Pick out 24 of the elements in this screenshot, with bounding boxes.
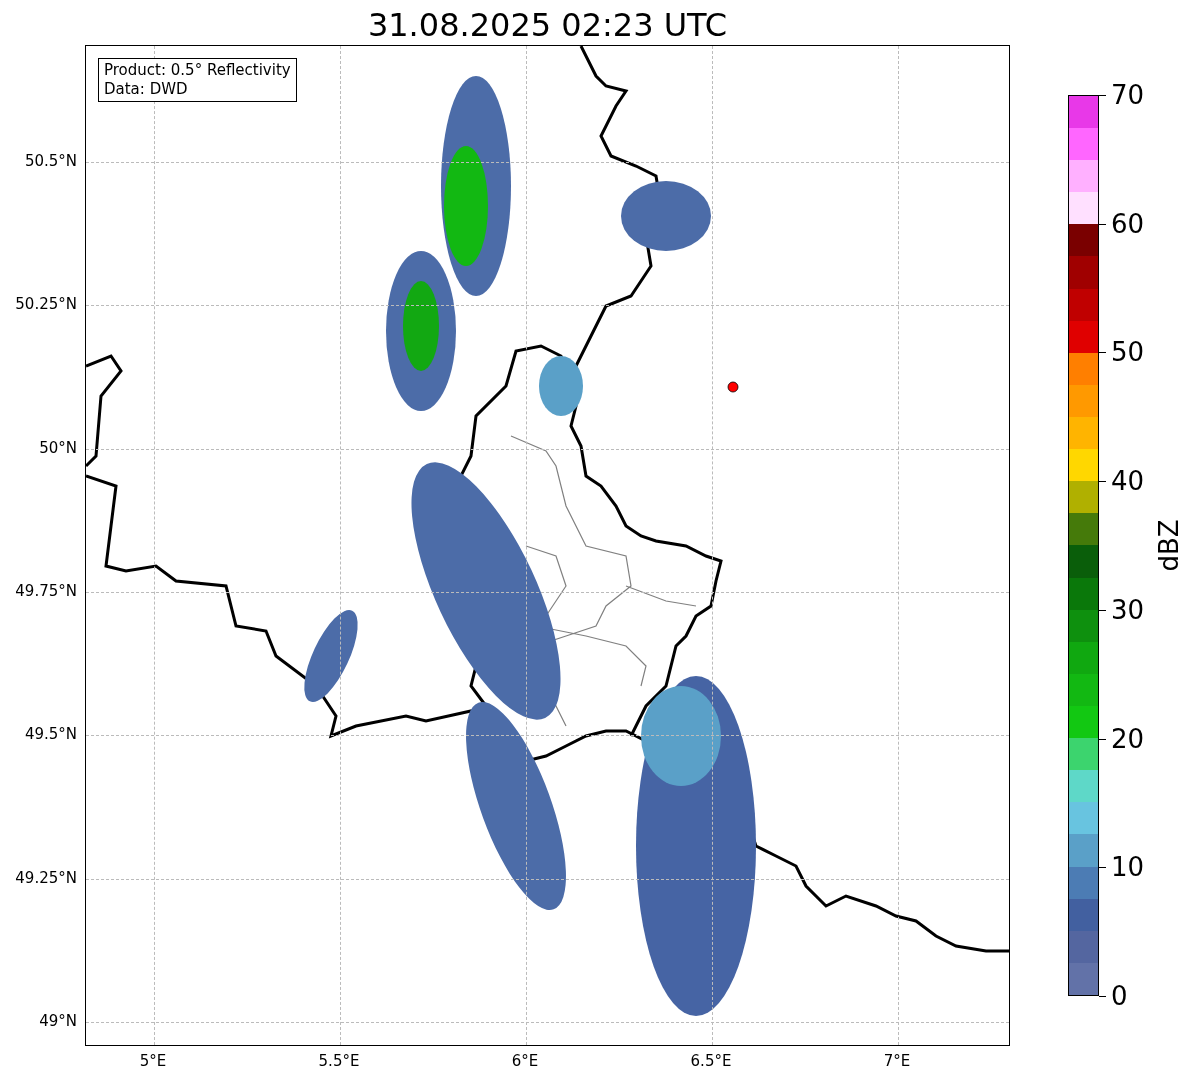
axis-tick-label: 7°E: [883, 1051, 911, 1072]
axis-tick-label: 5°E: [139, 1051, 167, 1072]
axis-tick-label: 49.5°N: [24, 723, 77, 745]
colorbar-tick-label: 40: [1111, 466, 1145, 497]
axis-tick-label: 50.5°N: [24, 150, 77, 172]
legend-text: Product: 0.5° Reflectivity: [104, 61, 291, 80]
colorbar-tick-label: 70: [1111, 80, 1145, 110]
axis-tick-label: 50.25°N: [15, 294, 77, 316]
legend-text: Data: DWD: [104, 80, 189, 99]
axis-tick-label: 6.5°E: [690, 1051, 732, 1072]
colorbar-tick-label: 20: [1111, 723, 1145, 754]
axis-tick-label: 50°N: [39, 437, 77, 459]
colorbar-tick-label: 60: [1111, 208, 1145, 239]
chart-title: 31.08.2025 02:23 UTC: [367, 5, 728, 45]
colorbar-tick-label: 30: [1111, 594, 1145, 625]
axis-tick-label: 6°E: [511, 1051, 539, 1072]
colorbar-tick-label: 0: [1111, 981, 1128, 1011]
axis-tick-label: 49.25°N: [15, 867, 77, 889]
colorbar-tick-label: 10: [1111, 852, 1145, 883]
axis-tick-label: 49.75°N: [15, 580, 77, 602]
colorbar-tick-label: 50: [1111, 337, 1145, 368]
axis-tick-label: 49°N: [39, 1010, 77, 1032]
colorbar-label: dBZ: [1152, 519, 1185, 572]
axis-tick-label: 5.5°E: [318, 1051, 360, 1072]
